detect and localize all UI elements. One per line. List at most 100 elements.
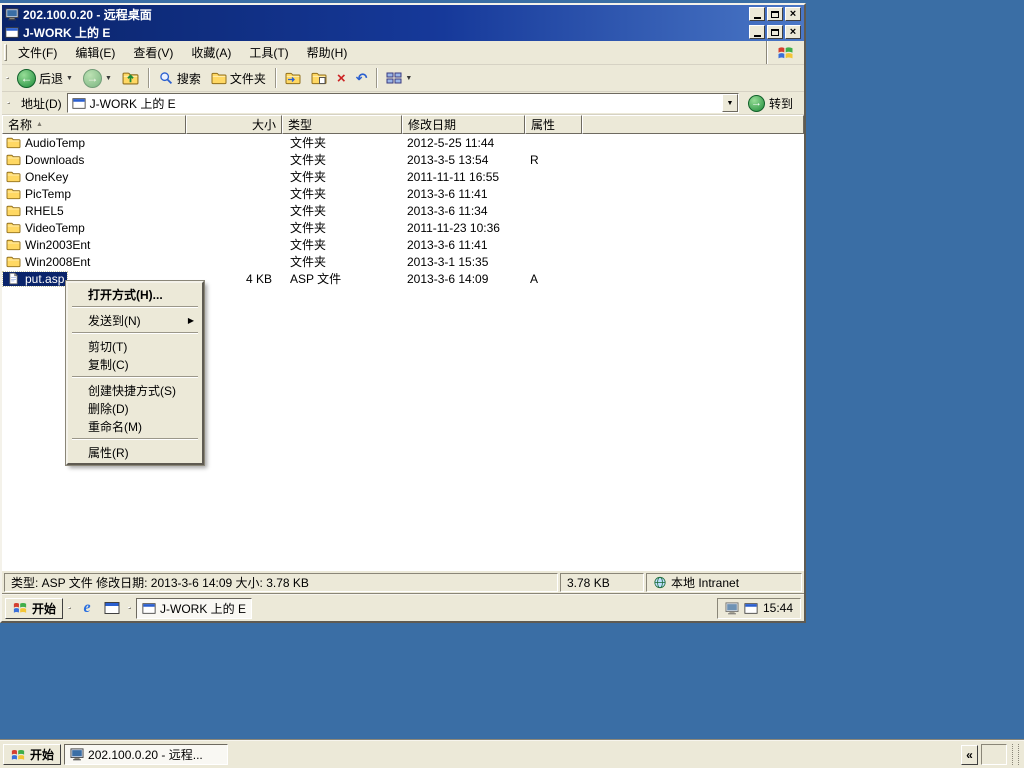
remote-system-tray: 15:44 bbox=[716, 597, 801, 619]
folders-button[interactable]: 文件夹 bbox=[207, 68, 270, 89]
address-label: 地址(D) bbox=[21, 96, 62, 111]
file-row-rhel5[interactable]: RHEL5 文件夹 2013-3-6 11:34 bbox=[2, 202, 804, 219]
explorer-window-icon bbox=[5, 26, 19, 39]
column-header-modified[interactable]: 修改日期 bbox=[402, 115, 525, 134]
toolbar-grip[interactable] bbox=[4, 44, 7, 61]
menu-separator bbox=[72, 306, 198, 308]
windows-start-flag-icon bbox=[10, 748, 26, 762]
windows-logo bbox=[766, 41, 804, 64]
tray-rdp-icon[interactable] bbox=[725, 602, 739, 615]
move-to-icon bbox=[285, 71, 301, 85]
explorer-restore-button[interactable] bbox=[767, 25, 783, 39]
remote-clock: 15:44 bbox=[762, 601, 793, 615]
folder-icon bbox=[6, 238, 21, 251]
back-button[interactable]: ← 后退 ▼ bbox=[13, 67, 77, 90]
taskbar-grip bbox=[128, 607, 132, 609]
tray-network-icon[interactable] bbox=[744, 602, 758, 615]
file-row-onekey[interactable]: OneKey 文件夹 2011-11-11 16:55 bbox=[2, 168, 804, 185]
column-header-attributes[interactable]: 属性 bbox=[525, 115, 582, 134]
up-folder-icon bbox=[122, 70, 139, 86]
status-size: 3.78 KB bbox=[560, 573, 644, 592]
undo-button[interactable]: ↶ bbox=[352, 69, 372, 87]
file-row-win2008ent[interactable]: Win2008Ent 文件夹 2013-3-1 15:35 bbox=[2, 253, 804, 270]
views-icon bbox=[386, 71, 402, 85]
context-menu-item-delete[interactable]: 删除(D) bbox=[70, 399, 200, 417]
explorer-window-title: J-WORK 上的 E bbox=[23, 25, 111, 40]
copy-to-button[interactable] bbox=[307, 69, 331, 87]
menu-view[interactable]: 查看(V) bbox=[124, 41, 182, 64]
rdp-close-button[interactable]: × bbox=[785, 7, 801, 21]
quick-launch-show-desktop-icon[interactable] bbox=[101, 598, 123, 619]
menu-help[interactable]: 帮助(H) bbox=[298, 41, 357, 64]
file-row-videotemp[interactable]: VideoTemp 文件夹 2011-11-23 10:36 bbox=[2, 219, 804, 236]
context-menu-item-properties[interactable]: 属性(R) bbox=[70, 443, 200, 461]
column-header-name[interactable]: 名称 ▲ bbox=[2, 115, 186, 134]
taskbar-resize-grip[interactable] bbox=[1012, 744, 1019, 765]
explorer-minimize-button[interactable] bbox=[749, 25, 765, 39]
folder-icon bbox=[6, 255, 21, 268]
status-zone: 本地 Intranet bbox=[646, 573, 802, 592]
host-start-button[interactable]: 开始 bbox=[3, 744, 62, 765]
sort-ascending-icon: ▲ bbox=[36, 121, 43, 128]
submenu-arrow-icon: ▶ bbox=[187, 315, 194, 325]
tray-collapse-button[interactable]: « bbox=[961, 744, 978, 765]
file-row-audiotemp[interactable]: AudioTemp 文件夹 2012-5-25 11:44 bbox=[2, 134, 804, 151]
undo-icon: ↶ bbox=[355, 70, 368, 86]
status-bar: 类型: ASP 文件 修改日期: 2013-3-6 14:09 大小: 3.78… bbox=[2, 571, 804, 594]
column-header-filler bbox=[582, 115, 804, 134]
remote-taskbar: 开始 e J-WORK 上的 E 15:44 bbox=[2, 594, 804, 621]
standard-buttons-toolbar: ← 后退 ▼ → ▼ 搜索 文件夹 × ↶ ▼ bbox=[2, 65, 804, 92]
delete-icon: × bbox=[336, 69, 346, 87]
explorer-close-button[interactable]: × bbox=[785, 25, 801, 39]
toolbar-separator bbox=[376, 68, 378, 88]
context-menu-item-create-shortcut[interactable]: 创建快捷方式(S) bbox=[70, 381, 200, 399]
rdp-titlebar[interactable]: 202.100.0.20 - 远程桌面 × bbox=[2, 5, 804, 23]
context-menu-item-copy[interactable]: 复制(C) bbox=[70, 355, 200, 373]
address-dropdown-button[interactable]: ▼ bbox=[721, 94, 738, 112]
views-button[interactable]: ▼ bbox=[382, 69, 416, 87]
move-to-button[interactable] bbox=[281, 69, 305, 87]
search-icon bbox=[158, 71, 174, 85]
context-menu: 打开方式(H)... 发送到(N) ▶ 剪切(T) 复制(C) 创建快捷方式(S… bbox=[65, 280, 205, 466]
rdp-restore-button[interactable] bbox=[767, 7, 783, 21]
toolbar-separator bbox=[274, 68, 276, 88]
menu-tools[interactable]: 工具(T) bbox=[240, 41, 297, 64]
toolbar-grip[interactable] bbox=[7, 102, 10, 104]
toolbar-grip[interactable] bbox=[6, 77, 9, 79]
context-menu-item-rename[interactable]: 重命名(M) bbox=[70, 417, 200, 435]
context-menu-item-cut[interactable]: 剪切(T) bbox=[70, 337, 200, 355]
remote-start-button[interactable]: 开始 bbox=[5, 597, 64, 619]
quick-launch-ie-icon[interactable]: e bbox=[76, 598, 98, 619]
address-input[interactable]: J-WORK 上的 E ▼ bbox=[66, 93, 739, 113]
menu-edit[interactable]: 编辑(E) bbox=[66, 41, 124, 64]
asp-file-icon bbox=[6, 272, 21, 285]
forward-button[interactable]: → ▼ bbox=[79, 67, 116, 90]
up-button[interactable] bbox=[118, 68, 143, 88]
rdp-window-title: 202.100.0.20 - 远程桌面 bbox=[23, 7, 152, 22]
context-menu-item-send-to[interactable]: 发送到(N) ▶ bbox=[70, 311, 200, 329]
menu-separator bbox=[72, 438, 198, 440]
search-button[interactable]: 搜索 bbox=[154, 68, 205, 89]
folder-icon bbox=[6, 170, 21, 183]
folders-icon bbox=[211, 71, 227, 85]
context-menu-item-open-with[interactable]: 打开方式(H)... bbox=[70, 285, 200, 303]
menu-bar: 文件(F) 编辑(E) 查看(V) 收藏(A) 工具(T) 帮助(H) bbox=[2, 41, 804, 65]
host-task-button-rdp[interactable]: 202.100.0.20 - 远程... bbox=[64, 744, 229, 765]
menu-favorites[interactable]: 收藏(A) bbox=[182, 41, 240, 64]
remote-task-button-explorer[interactable]: J-WORK 上的 E bbox=[136, 597, 253, 619]
column-header-type[interactable]: 类型 bbox=[282, 115, 402, 134]
go-button[interactable]: → 转到 bbox=[744, 94, 801, 112]
file-row-win2003ent[interactable]: Win2003Ent 文件夹 2013-3-6 11:41 bbox=[2, 236, 804, 253]
back-dropdown-icon[interactable]: ▼ bbox=[66, 75, 73, 82]
rdp-minimize-button[interactable] bbox=[749, 7, 765, 21]
explorer-titlebar[interactable]: J-WORK 上的 E × bbox=[2, 23, 804, 41]
column-header-size[interactable]: 大小 bbox=[186, 115, 282, 134]
address-location-icon bbox=[72, 97, 86, 110]
menu-file[interactable]: 文件(F) bbox=[9, 41, 66, 64]
file-row-pictemp[interactable]: PicTemp 文件夹 2013-3-6 11:41 bbox=[2, 185, 804, 202]
delete-button[interactable]: × bbox=[333, 69, 350, 88]
go-icon: → bbox=[747, 94, 765, 112]
file-row-downloads[interactable]: Downloads 文件夹 2013-3-5 13:54 R bbox=[2, 151, 804, 168]
menu-separator bbox=[72, 376, 198, 378]
forward-dropdown-icon[interactable]: ▼ bbox=[105, 75, 112, 82]
